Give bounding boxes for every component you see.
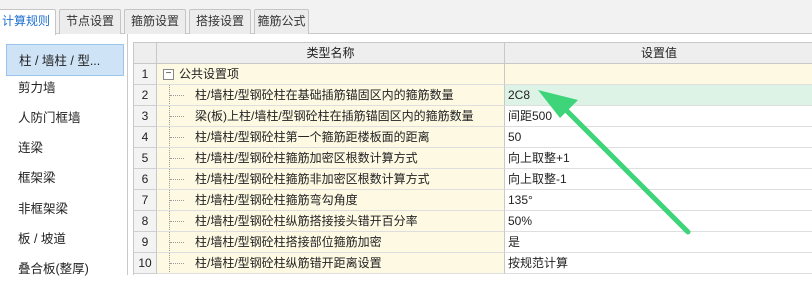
table-row[interactable]: 3 梁(板)上柱/墙柱/型钢砼柱在插筋锚固区内的箍筋数量 间距500 [134, 106, 812, 127]
tree-line [169, 232, 185, 252]
row-number: 8 [134, 211, 157, 232]
setting-name: 梁(板)上柱/墙柱/型钢砼柱在插筋锚固区内的箍筋数量 [195, 109, 474, 123]
setting-value-cell[interactable]: 间距500 [505, 106, 812, 127]
sidebar-item-non-frame-beam[interactable]: 非框架梁 [6, 193, 124, 225]
setting-name: 柱/墙柱/型钢砼柱纵筋搭接接头错开百分率 [195, 214, 418, 228]
setting-value-cell[interactable]: 50% [505, 211, 812, 232]
setting-name: 柱/墙柱/型钢砼柱箍筋加密区根数计算方式 [195, 151, 418, 165]
tab-lap-settings[interactable]: 搭接设置 [189, 9, 251, 34]
setting-name: 柱/墙柱/型钢砼柱第一个箍筋距楼板面的距离 [195, 130, 430, 144]
setting-value-cell[interactable]: 50 [505, 127, 812, 148]
group-label: 公共设置项 [179, 67, 240, 81]
setting-name: 柱/墙柱/型钢砼柱在基础插筋锚固区内的箍筋数量 [195, 88, 454, 102]
settings-grid: 类型名称 设置值 1 − 公共设置项 2 柱/墙柱/型钢砼柱在基础插筋锚固区内的… [133, 42, 812, 275]
setting-name: 柱/墙柱/型钢砼柱纵筋错开距离设置 [195, 256, 382, 270]
component-list: 柱 / 墙柱 / 型... 剪力墙 人防门框墙 连梁 框架梁 非框架梁 板 / … [0, 34, 128, 276]
tree-line [169, 253, 185, 273]
tab-calc-rules[interactable]: 计算规则 [0, 9, 56, 35]
row-number: 3 [134, 106, 157, 127]
row-number-header [134, 43, 157, 64]
tree-line [169, 211, 185, 231]
column-header-setting-value[interactable]: 设置值 [505, 43, 812, 64]
row-number: 1 [134, 64, 157, 85]
setting-name: 柱/墙柱/型钢砼柱箍筋非加密区根数计算方式 [195, 172, 430, 186]
table-row[interactable]: 5 柱/墙柱/型钢砼柱箍筋加密区根数计算方式 向上取整+1 [134, 148, 812, 169]
tree-line [169, 169, 185, 189]
setting-name-cell: 柱/墙柱/型钢砼柱搭接部位箍筋加密 [157, 232, 505, 253]
table-row-group[interactable]: 1 − 公共设置项 [134, 64, 812, 85]
tab-bar: 计算规则 节点设置 箍筋设置 搭接设置 箍筋公式 [0, 0, 812, 35]
tree-line [169, 127, 185, 147]
row-number: 7 [134, 190, 157, 211]
tab-stirrup-formula[interactable]: 箍筋公式 [254, 9, 309, 34]
setting-value-cell[interactable]: 是 [505, 232, 812, 253]
sidebar-item-slab-ramp[interactable]: 板 / 坡道 [6, 223, 124, 255]
setting-name-cell: 柱/墙柱/型钢砼柱第一个箍筋距楼板面的距离 [157, 127, 505, 148]
setting-name: 柱/墙柱/型钢砼柱箍筋弯勾角度 [195, 193, 358, 207]
collapse-minus-icon[interactable]: − [163, 69, 174, 80]
setting-name-cell: 柱/墙柱/型钢砼柱箍筋弯勾角度 [157, 190, 505, 211]
column-header-type-name[interactable]: 类型名称 [157, 43, 505, 64]
row-number: 5 [134, 148, 157, 169]
setting-name-cell: 柱/墙柱/型钢砼柱在基础插筋锚固区内的箍筋数量 [157, 85, 505, 106]
table-row[interactable]: 7 柱/墙柱/型钢砼柱箍筋弯勾角度 135° [134, 190, 812, 211]
setting-value-cell[interactable]: 2C8 [505, 85, 812, 106]
sidebar-item-civil-defense-door-wall[interactable]: 人防门框墙 [6, 102, 124, 134]
sidebar-item-composite-slab[interactable]: 叠合板(整厚) [6, 253, 124, 285]
table-row[interactable]: 4 柱/墙柱/型钢砼柱第一个箍筋距楼板面的距离 50 [134, 127, 812, 148]
group-name-cell: − 公共设置项 [157, 64, 505, 85]
setting-value-cell[interactable]: 135° [505, 190, 812, 211]
row-number: 6 [134, 169, 157, 190]
row-number: 10 [134, 253, 157, 274]
table-row[interactable]: 2 柱/墙柱/型钢砼柱在基础插筋锚固区内的箍筋数量 2C8 [134, 85, 812, 106]
setting-value-cell[interactable]: 按规范计算 [505, 253, 812, 274]
setting-name-cell: 梁(板)上柱/墙柱/型钢砼柱在插筋锚固区内的箍筋数量 [157, 106, 505, 127]
setting-name-cell: 柱/墙柱/型钢砼柱箍筋加密区根数计算方式 [157, 148, 505, 169]
table-row[interactable]: 8 柱/墙柱/型钢砼柱纵筋搭接接头错开百分率 50% [134, 211, 812, 232]
tab-stirrup-settings[interactable]: 箍筋设置 [124, 9, 186, 34]
setting-name-cell: 柱/墙柱/型钢砼柱纵筋搭接接头错开百分率 [157, 211, 505, 232]
setting-name-cell: 柱/墙柱/型钢砼柱纵筋错开距离设置 [157, 253, 505, 274]
row-number: 2 [134, 85, 157, 106]
setting-name-cell: 柱/墙柱/型钢砼柱箍筋非加密区根数计算方式 [157, 169, 505, 190]
table-row[interactable]: 9 柱/墙柱/型钢砼柱搭接部位箍筋加密 是 [134, 232, 812, 253]
tree-line [169, 106, 185, 126]
setting-value-cell[interactable]: 向上取整-1 [505, 169, 812, 190]
setting-value-cell[interactable]: 向上取整+1 [505, 148, 812, 169]
table-row[interactable]: 6 柱/墙柱/型钢砼柱箍筋非加密区根数计算方式 向上取整-1 [134, 169, 812, 190]
sidebar-item-shear-wall[interactable]: 剪力墙 [6, 72, 124, 104]
tab-node-settings[interactable]: 节点设置 [59, 9, 121, 34]
table-row[interactable]: 10 柱/墙柱/型钢砼柱纵筋错开距离设置 按规范计算 [134, 253, 812, 274]
tree-line [169, 148, 185, 168]
tree-line [169, 190, 185, 210]
setting-name: 柱/墙柱/型钢砼柱搭接部位箍筋加密 [195, 235, 382, 249]
tree-line [169, 85, 185, 105]
row-number: 4 [134, 127, 157, 148]
group-value-cell [505, 64, 812, 85]
row-number: 9 [134, 232, 157, 253]
sidebar-item-frame-beam[interactable]: 框架梁 [6, 162, 124, 194]
sidebar-item-coupling-beam[interactable]: 连梁 [6, 132, 124, 164]
